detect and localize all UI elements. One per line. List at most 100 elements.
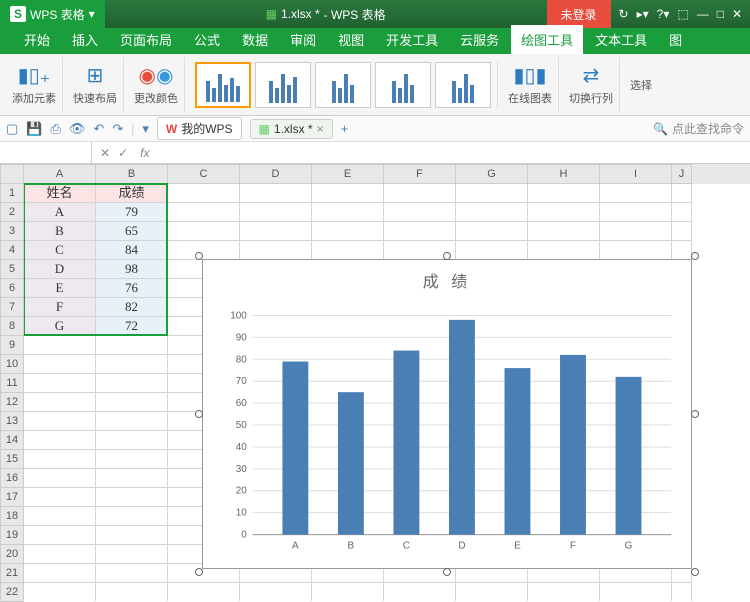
switch-rowcol-button[interactable]: ⇄ 切换行列 [563,57,620,113]
col-header-H[interactable]: H [528,164,600,184]
select-all-corner[interactable] [0,164,24,184]
cell-B10[interactable] [96,355,168,374]
cell-G4[interactable] [456,241,528,260]
cell-H2[interactable] [528,203,600,222]
more-icon[interactable]: ▾ [142,121,149,137]
ribbon-tab-2[interactable]: 页面布局 [110,25,182,54]
save-icon[interactable]: 💾 [26,121,42,137]
chart-title[interactable]: 成 绩 [203,260,691,300]
ribbon-tab-9[interactable]: 绘图工具 [511,25,583,54]
row-header-5[interactable]: 5 [0,260,24,279]
cell-A20[interactable] [24,545,96,564]
row-header-9[interactable]: 9 [0,336,24,355]
col-header-G[interactable]: G [456,164,528,184]
cell-A3[interactable]: B [24,222,96,241]
minimize-icon[interactable]: — [697,7,709,21]
ribbon-tab-3[interactable]: 公式 [184,25,230,54]
cell-D1[interactable] [240,184,312,203]
cell-I3[interactable] [600,222,672,241]
ribbon-tab-4[interactable]: 数据 [232,25,278,54]
cell-C3[interactable] [168,222,240,241]
cell-B2[interactable]: 79 [96,203,168,222]
cell-G2[interactable] [456,203,528,222]
cell-B22[interactable] [96,583,168,601]
cell-D22[interactable] [240,583,312,601]
cell-J1[interactable] [672,184,692,203]
row-header-21[interactable]: 21 [0,564,24,583]
row-header-4[interactable]: 4 [0,241,24,260]
cell-C4[interactable] [168,241,240,260]
cell-B7[interactable]: 82 [96,298,168,317]
cell-A4[interactable]: C [24,241,96,260]
cell-A2[interactable]: A [24,203,96,222]
row-header-22[interactable]: 22 [0,583,24,602]
cell-A14[interactable] [24,431,96,450]
add-element-button[interactable]: ▮▯₊ 添加元素 [6,57,63,113]
cell-A17[interactable] [24,488,96,507]
cell-A8[interactable]: G [24,317,96,336]
cell-B20[interactable] [96,545,168,564]
help-icon[interactable]: ?▾ [657,7,670,21]
col-header-D[interactable]: D [240,164,312,184]
chart-plot[interactable]: 0102030405060708090100ABCDEFG [203,300,691,570]
cell-B11[interactable] [96,374,168,393]
close-tab-icon[interactable]: × [317,122,324,136]
cell-A10[interactable] [24,355,96,374]
ribbon-tab-0[interactable]: 开始 [14,25,60,54]
cell-B1[interactable]: 成绩 [96,184,168,203]
search-commands[interactable]: 🔍 点此查找命令 [653,120,744,137]
sync-icon[interactable]: ↻ [619,7,629,21]
cell-A7[interactable]: F [24,298,96,317]
cell-D4[interactable] [240,241,312,260]
cell-E2[interactable] [312,203,384,222]
row-header-7[interactable]: 7 [0,298,24,317]
cell-A18[interactable] [24,507,96,526]
cell-B4[interactable]: 84 [96,241,168,260]
fx-icon[interactable]: fx [136,146,153,160]
cloud-icon[interactable]: ▸▾ [637,7,649,21]
cell-A6[interactable]: E [24,279,96,298]
row-header-6[interactable]: 6 [0,279,24,298]
row-header-14[interactable]: 14 [0,431,24,450]
cell-B16[interactable] [96,469,168,488]
close-icon[interactable]: ✕ [732,7,742,21]
cell-F4[interactable] [384,241,456,260]
cell-A12[interactable] [24,393,96,412]
cancel-icon[interactable]: ✕ [100,146,110,160]
chart-style-5[interactable] [435,62,491,108]
print-icon[interactable]: ⎙ [50,121,60,137]
cell-B17[interactable] [96,488,168,507]
col-header-I[interactable]: I [600,164,672,184]
cell-E22[interactable] [312,583,384,601]
cell-H4[interactable] [528,241,600,260]
cell-G1[interactable] [456,184,528,203]
col-header-J[interactable]: J [672,164,692,184]
ribbon-tab-8[interactable]: 云服务 [450,25,509,54]
cell-G3[interactable] [456,222,528,241]
cell-I4[interactable] [600,241,672,260]
row-header-11[interactable]: 11 [0,374,24,393]
cell-B15[interactable] [96,450,168,469]
quick-layout-button[interactable]: ⊞ 快速布局 [67,57,124,113]
ribbon-tab-1[interactable]: 插入 [62,25,108,54]
chart-style-3[interactable] [315,62,371,108]
cell-J2[interactable] [672,203,692,222]
chart-style-1[interactable] [195,62,251,108]
ribbon-tab-10[interactable]: 文本工具 [585,25,657,54]
cell-A5[interactable]: D [24,260,96,279]
ribbon-toggle-icon[interactable]: ⬚ [677,7,688,21]
cell-E1[interactable] [312,184,384,203]
cell-A21[interactable] [24,564,96,583]
cell-H1[interactable] [528,184,600,203]
cell-F2[interactable] [384,203,456,222]
app-menu[interactable]: S WPS 表格 ▾ [0,0,105,28]
cell-A16[interactable] [24,469,96,488]
cell-I22[interactable] [600,583,672,601]
cell-A11[interactable] [24,374,96,393]
embedded-chart[interactable]: 成 绩 0102030405060708090100ABCDEFG [202,259,692,569]
cell-B13[interactable] [96,412,168,431]
change-color-button[interactable]: ◉◉ 更改颜色 [128,57,185,113]
login-button[interactable]: 未登录 [547,0,611,28]
cell-I2[interactable] [600,203,672,222]
cell-B19[interactable] [96,526,168,545]
